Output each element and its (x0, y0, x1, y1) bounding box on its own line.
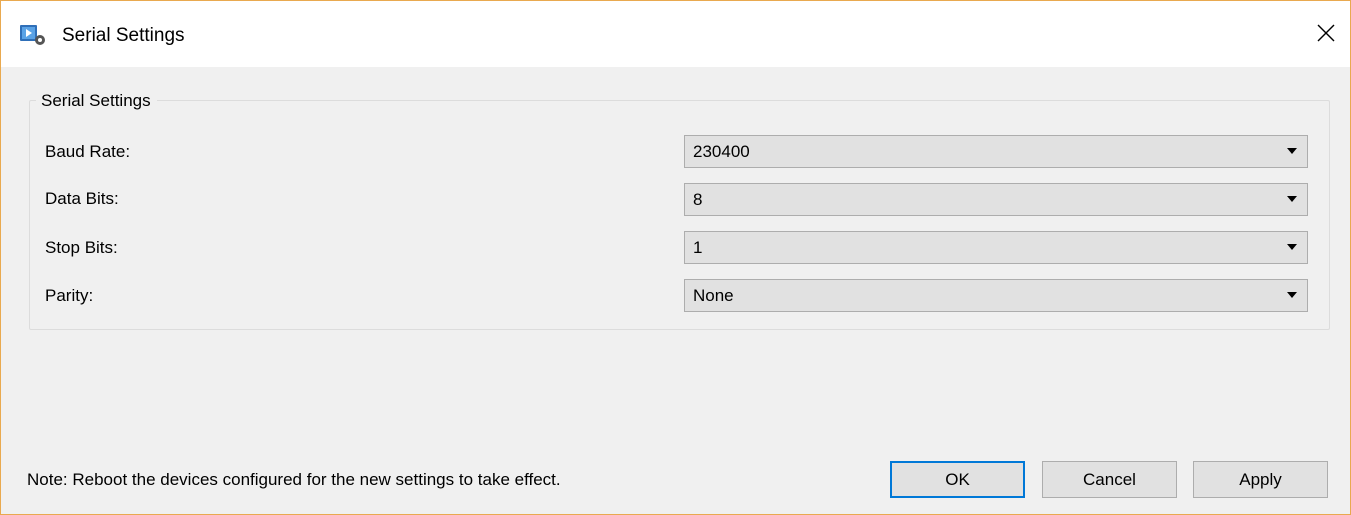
serial-settings-dialog: Serial Settings Serial Settings Baud Rat… (0, 0, 1351, 515)
group-legend: Serial Settings (36, 90, 157, 112)
dropdown-arrow-icon (1287, 148, 1297, 154)
stop-bits-label: Stop Bits: (45, 238, 118, 257)
dropdown-arrow-icon (1287, 292, 1297, 298)
dropdown-arrow-icon (1287, 244, 1297, 250)
data-bits-label: Data Bits: (45, 189, 119, 208)
cancel-button-label: Cancel (1083, 469, 1136, 489)
app-settings-icon (19, 23, 47, 47)
baud-rate-value: 230400 (693, 142, 750, 161)
parity-value: None (693, 286, 734, 305)
ok-button[interactable]: OK (890, 461, 1025, 498)
dropdown-arrow-icon (1287, 196, 1297, 202)
apply-button-label: Apply (1239, 469, 1282, 489)
ok-button-label: OK (945, 469, 970, 489)
baud-rate-label: Baud Rate: (45, 142, 131, 161)
window-title: Serial Settings (62, 25, 185, 46)
title-bar: Serial Settings (1, 1, 1350, 67)
close-icon (1317, 24, 1335, 47)
baud-rate-select[interactable]: 230400 (684, 135, 1308, 168)
stop-bits-select[interactable]: 1 (684, 231, 1308, 264)
apply-button[interactable]: Apply (1193, 461, 1328, 498)
data-bits-select[interactable]: 8 (684, 183, 1308, 216)
parity-label: Parity: (45, 286, 94, 305)
close-button[interactable] (1306, 15, 1346, 55)
cancel-button[interactable]: Cancel (1042, 461, 1177, 498)
parity-select[interactable]: None (684, 279, 1308, 312)
reboot-note: Note: Reboot the devices configured for … (27, 470, 561, 489)
data-bits-value: 8 (693, 190, 703, 209)
stop-bits-value: 1 (693, 238, 703, 257)
